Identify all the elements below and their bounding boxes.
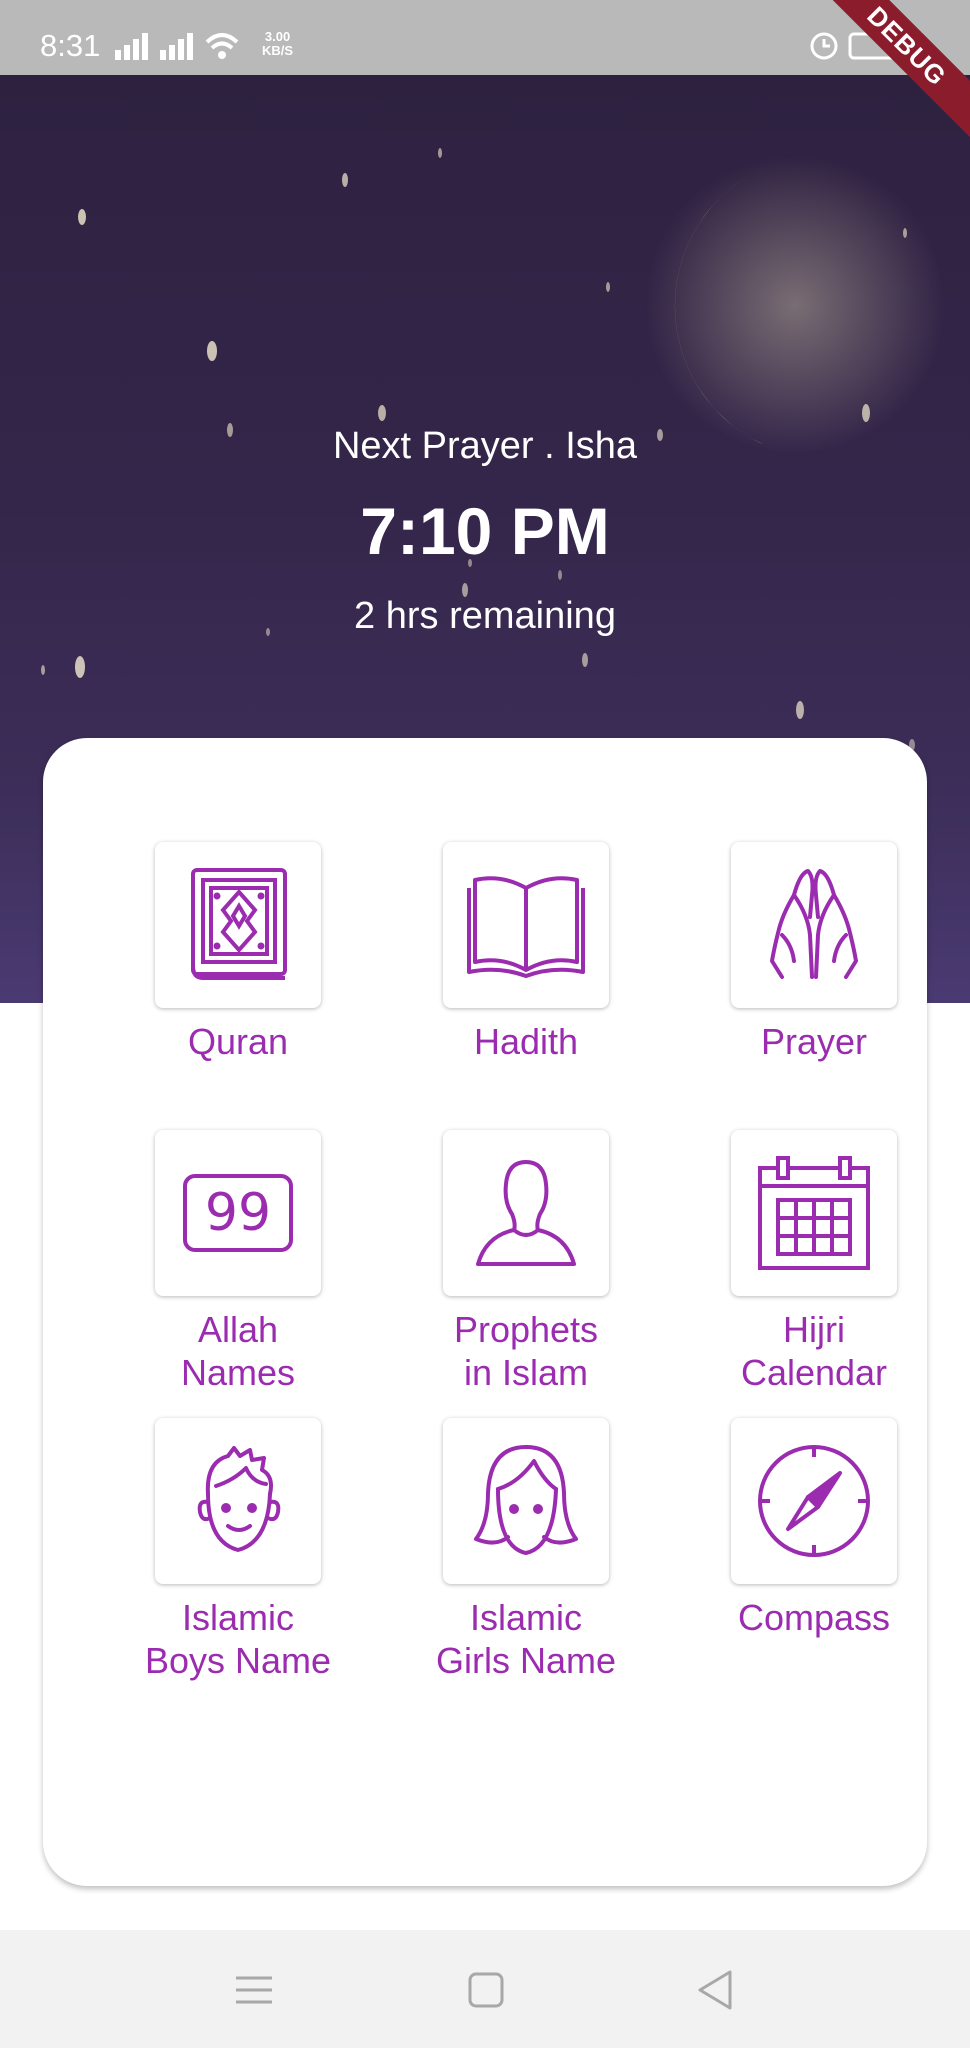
menu-card: Quran Hadith Prayer 99 Allah Names Proph… <box>43 738 927 1886</box>
menu-item-label: Prophets in Islam <box>453 1309 599 1393</box>
menu-item-boys-names-box[interactable] <box>155 1418 321 1584</box>
menu-item-label: Quran <box>187 1021 289 1062</box>
praying-hands-icon <box>770 869 858 979</box>
compass-icon <box>758 1445 870 1557</box>
network-speed-unit: KB/S <box>262 43 294 58</box>
ninety-nine-icon: 99 <box>183 1174 293 1252</box>
network-speed: 3.00 KB/S <box>262 30 293 58</box>
menu-item-prayer-box[interactable] <box>731 842 897 1008</box>
alarm-icon <box>810 32 838 60</box>
system-nav-bar <box>0 1930 970 2048</box>
status-bar: 8:31 3.00 KB/S <box>0 0 970 75</box>
menu-item-label: Islamic Boys Name <box>144 1597 332 1681</box>
menu-item-label: Hijri Calendar <box>740 1309 888 1393</box>
menu-item-girls-names-box[interactable] <box>443 1418 609 1584</box>
menu-item-hadith-box[interactable] <box>443 842 609 1008</box>
menu-item-label: Allah Names <box>180 1309 296 1393</box>
prayer-time: 7:10 PM <box>360 494 610 568</box>
menu-item-allah-names-box[interactable]: 99 <box>155 1130 321 1296</box>
menu-item-label: Hadith <box>473 1021 579 1062</box>
menu-item-label: Islamic Girls Name <box>435 1597 617 1681</box>
menu-icon[interactable] <box>232 1968 276 2012</box>
quran-book-icon <box>191 868 287 980</box>
home-square-icon[interactable] <box>464 1968 508 2012</box>
back-triangle-icon[interactable] <box>694 1968 738 2012</box>
ninety-nine-text: 99 <box>204 1183 272 1243</box>
moon-glow <box>645 155 945 455</box>
menu-item-hijri-calendar-box[interactable] <box>731 1130 897 1296</box>
open-book-icon <box>467 876 585 978</box>
girl-face-icon <box>474 1445 578 1555</box>
menu-item-prophets-box[interactable] <box>443 1130 609 1296</box>
boy-face-icon <box>197 1446 281 1552</box>
next-prayer-label: Next Prayer . Isha <box>332 425 638 467</box>
calendar-icon <box>758 1156 870 1270</box>
status-time: 8:31 <box>40 28 101 63</box>
menu-item-label: Compass <box>737 1597 891 1638</box>
network-speed-value: 3.00 <box>264 29 291 44</box>
signal-icon <box>115 33 239 60</box>
menu-item-label: Prayer <box>760 1021 868 1062</box>
menu-item-quran-box[interactable] <box>155 842 321 1008</box>
menu-item-compass-box[interactable] <box>731 1418 897 1584</box>
time-remaining: 2 hrs remaining <box>354 595 616 637</box>
person-bust-icon <box>476 1160 576 1266</box>
